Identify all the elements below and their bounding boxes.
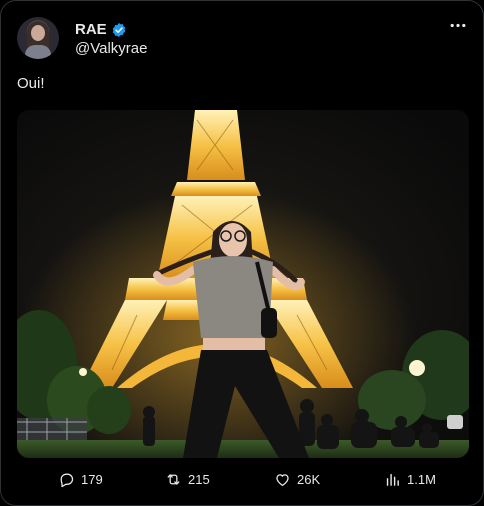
reply-icon xyxy=(60,473,74,488)
tweet-photo[interactable] xyxy=(17,110,469,458)
tweet-text: Oui! xyxy=(17,75,45,92)
author-handle[interactable]: @Valkyrae xyxy=(75,40,147,57)
eiffel-tower-photo xyxy=(17,110,469,458)
avatar-body xyxy=(25,45,51,59)
reply-button[interactable]: 179 xyxy=(58,471,103,488)
repost-icon xyxy=(167,474,180,485)
like-button[interactable]: 26K xyxy=(274,471,320,488)
reply-count: 179 xyxy=(81,472,103,487)
views-count: 1.1M xyxy=(407,472,436,487)
tweet-actions-bar: 179 215 26K 1.1M xyxy=(1,471,483,497)
repost-button[interactable]: 215 xyxy=(165,471,210,488)
verified-badge-icon xyxy=(111,22,127,38)
repost-count: 215 xyxy=(188,472,210,487)
avatar-face xyxy=(31,25,45,41)
avatar[interactable] xyxy=(17,17,59,59)
author-display-name[interactable]: RAE xyxy=(75,21,107,38)
more-options-icon[interactable] xyxy=(447,15,469,35)
tweet-card[interactable]: RAE @Valkyrae Oui! 179 215 26K 1.1M xyxy=(0,0,484,506)
views-chart-icon xyxy=(386,473,399,486)
heart-icon xyxy=(276,474,289,486)
views-button[interactable]: 1.1M xyxy=(384,471,436,488)
like-count: 26K xyxy=(297,472,321,487)
author-name-row: RAE xyxy=(75,21,127,38)
